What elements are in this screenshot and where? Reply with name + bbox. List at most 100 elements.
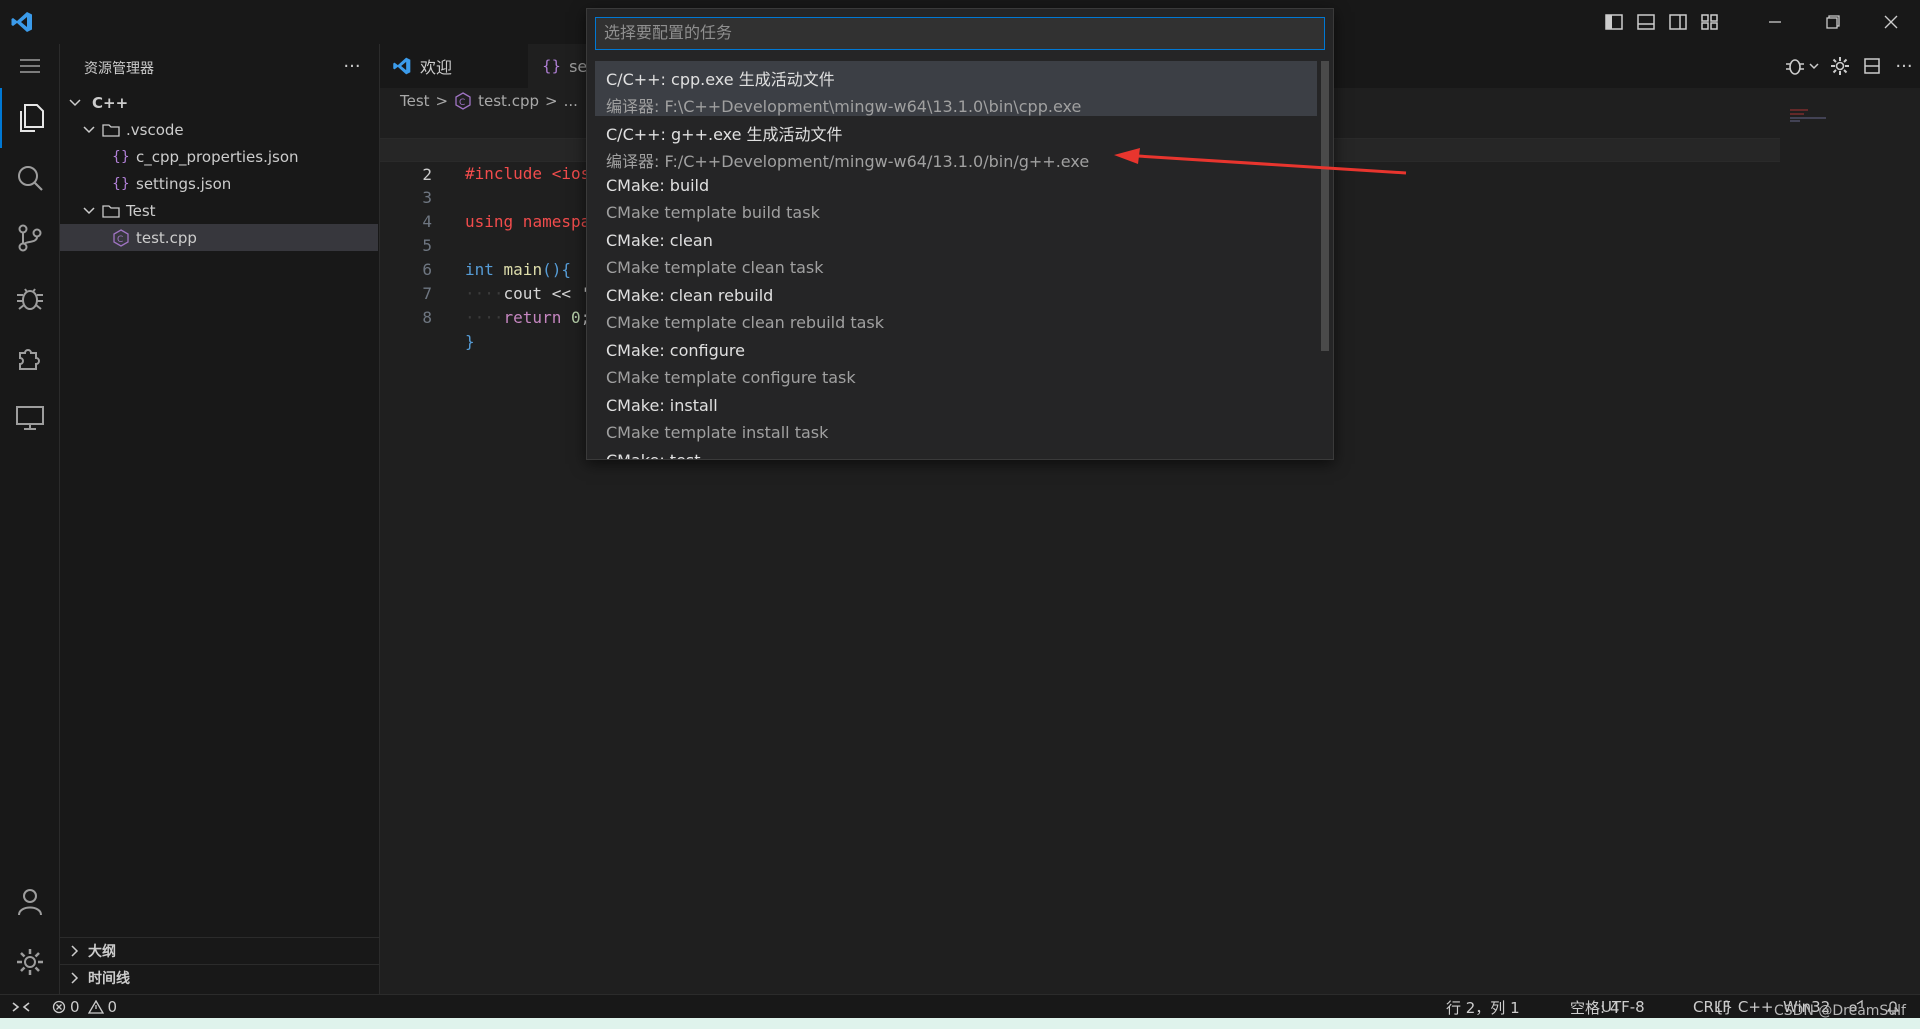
folder-icon (102, 123, 120, 137)
language-mode[interactable]: {} C++ (1714, 995, 1773, 1019)
chevron-down-icon (83, 206, 95, 214)
tree-file-c-cpp-properties[interactable]: {} c_cpp_properties.json (60, 143, 378, 170)
split-editor-icon[interactable] (1856, 50, 1888, 82)
tree-folder-test[interactable]: Test (60, 197, 378, 224)
item-label: CMake: clean rebuild (606, 286, 774, 305)
minimap[interactable] (1790, 108, 1835, 124)
quick-pick-item[interactable]: CMake: test (595, 446, 1317, 459)
tab-label: se (569, 56, 588, 76)
section-label: 大纲 (88, 944, 116, 960)
chevron-right-icon (71, 945, 79, 957)
status-bar: 0 0 行 2，列 1 空格: 4 UTF-8 CRLF {} C++ Win3… (0, 994, 1920, 1019)
breadcrumb-more[interactable]: ... (564, 92, 578, 110)
item-label: CMake: install (606, 396, 718, 415)
tree-root-cpp[interactable]: C++ (60, 89, 378, 116)
tree-folder-vscode[interactable]: .vscode (60, 116, 378, 143)
tree-item-label: c_cpp_properties.json (136, 147, 299, 166)
accounts-icon[interactable] (0, 872, 60, 932)
annotation-arrow (1110, 145, 1410, 185)
encoding[interactable]: UTF-8 (1601, 995, 1645, 1019)
item-label: C/C++: g++.exe 生成活动文件 (606, 125, 843, 144)
toggle-primary-sidebar-icon[interactable] (1598, 6, 1630, 38)
svg-text:C: C (117, 235, 123, 245)
tree-item-label: C++ (92, 93, 129, 112)
source-control-icon[interactable] (0, 208, 60, 268)
quick-pick-item[interactable]: CMake: install CMake template install ta… (595, 391, 1317, 446)
item-label: CMake: build (606, 176, 710, 195)
editor-actions: ··· (1780, 44, 1920, 88)
item-description: 编译器: F:\C++Development\mingw-w64\13.1.0\… (606, 97, 1082, 116)
tab-label: 欢迎 (420, 58, 453, 77)
warning-count: 0 (107, 998, 118, 1016)
error-icon (52, 1000, 66, 1014)
quick-pick-input[interactable] (595, 17, 1325, 50)
json-braces-icon: {} (542, 57, 562, 75)
warning-icon (87, 1000, 104, 1014)
code-token: 0 (561, 308, 581, 327)
more-actions-icon[interactable]: ··· (1888, 50, 1920, 82)
error-count: 0 (70, 998, 80, 1016)
restore-icon[interactable] (1804, 0, 1862, 44)
toggle-panel-icon[interactable] (1630, 6, 1662, 38)
chevron-right-icon (71, 972, 79, 984)
settings-gear-icon[interactable] (1824, 50, 1856, 82)
watermark: CSDN @DreamSulf (1773, 1003, 1906, 1019)
toggle-secondary-sidebar-icon[interactable] (1662, 6, 1694, 38)
quick-pick-scrollbar[interactable] (1321, 61, 1329, 351)
tree-item-label: .vscode (126, 120, 184, 139)
line-number: 8 (422, 308, 432, 327)
json-braces-icon: {} (112, 175, 130, 192)
cursor-position[interactable]: 行 2，列 1 (1446, 995, 1520, 1019)
tree-file-settings[interactable]: {} settings.json (60, 170, 378, 197)
minimize-icon[interactable] (1746, 0, 1804, 44)
item-label: CMake: test (606, 451, 701, 459)
breadcrumb-file[interactable]: test.cpp (478, 92, 539, 110)
menu-hamburger-icon[interactable] (0, 44, 60, 88)
run-debug-dropdown-icon[interactable] (1780, 50, 1824, 82)
breadcrumb-folder[interactable]: Test (400, 92, 430, 110)
breadcrumb-separator: > (545, 92, 558, 110)
tree-item-label: Test (126, 201, 156, 220)
section-timeline[interactable]: 时间线 (60, 964, 386, 991)
tree-file-test-cpp[interactable]: C test.cpp (60, 224, 378, 251)
chevron-down-icon (69, 98, 81, 106)
item-description: CMake template clean rebuild task (606, 313, 885, 332)
cpp-file-icon: C (455, 92, 471, 110)
explorer-sidebar: 资源管理器 ··· C++ .vscode {} c_cpp_propertie… (60, 44, 386, 994)
section-outline[interactable]: 大纲 (60, 937, 386, 964)
quick-pick-item[interactable]: CMake: clean rebuild CMake template clea… (595, 281, 1317, 336)
manage-gear-icon[interactable] (0, 932, 60, 992)
remote-indicator-icon[interactable] (12, 995, 30, 1019)
cpp-file-icon: C (113, 228, 129, 247)
quick-pick-item[interactable]: C/C++: cpp.exe 生成活动文件 编译器: F:\C++Develop… (595, 61, 1317, 116)
item-description: CMake template install task (606, 423, 829, 442)
explorer-icon[interactable] (0, 88, 60, 148)
tree-item-label: test.cpp (136, 228, 197, 247)
vscode-logo-icon (393, 57, 411, 75)
vscode-logo-icon (10, 10, 34, 34)
more-actions-icon[interactable]: ··· (340, 54, 364, 78)
chevron-down-icon (83, 125, 95, 133)
item-label: CMake: clean (606, 231, 713, 250)
json-braces-icon: {} (112, 148, 130, 165)
item-label: CMake: configure (606, 341, 745, 360)
search-icon[interactable] (0, 148, 60, 208)
code-token: return (503, 308, 562, 327)
quick-pick-item[interactable]: CMake: clean CMake template clean task (595, 226, 1317, 281)
quick-pick-item[interactable]: CMake: configure CMake template configur… (595, 336, 1317, 391)
taskbar-strip (0, 1018, 1920, 1029)
tab-welcome[interactable]: 欢迎 (380, 44, 528, 88)
problems-indicator[interactable]: 0 0 (52, 995, 117, 1019)
item-description: CMake template configure task (606, 368, 856, 387)
customize-layout-icon[interactable] (1694, 6, 1726, 38)
close-icon[interactable] (1862, 0, 1920, 44)
task-quick-pick: C/C++: cpp.exe 生成活动文件 编译器: F:\C++Develop… (586, 8, 1334, 460)
tab-settings-json[interactable]: {} se (528, 44, 588, 88)
run-debug-icon[interactable] (0, 268, 60, 328)
tree-item-label: settings.json (136, 174, 232, 193)
quick-pick-list: C/C++: cpp.exe 生成活动文件 编译器: F:\C++Develop… (595, 61, 1317, 459)
item-description: CMake template build task (606, 203, 820, 222)
code-token: } (465, 332, 475, 351)
remote-explorer-icon[interactable] (0, 388, 60, 448)
extensions-icon[interactable] (0, 328, 60, 388)
